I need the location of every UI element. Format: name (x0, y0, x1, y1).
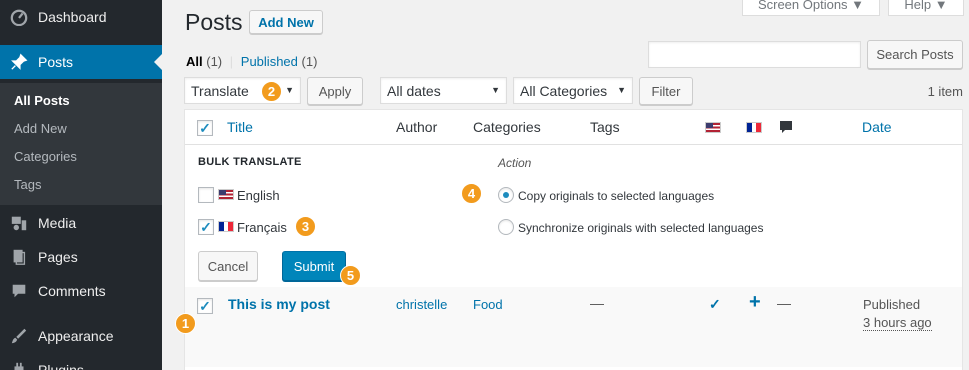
english-checkbox[interactable] (198, 187, 214, 203)
english-label: English (237, 188, 280, 203)
search-posts-button[interactable]: Search Posts (867, 40, 963, 69)
screen-options-tab[interactable]: Screen Options ▼ (742, 0, 880, 16)
column-title[interactable]: Title (227, 119, 253, 135)
french-flag-icon (746, 122, 762, 133)
submenu-add-new[interactable]: Add New (14, 121, 67, 136)
menu-plugins[interactable]: Plugins (0, 353, 162, 370)
chevron-down-icon: ▼ (285, 85, 294, 95)
table-header: ✓ Title Author Categories Tags Date (185, 110, 962, 145)
comment-bubble-icon (779, 120, 793, 137)
bulk-action-select[interactable]: Translate ▼ (184, 77, 301, 104)
apply-button[interactable]: Apply (307, 77, 363, 105)
pages-icon (0, 248, 38, 266)
plugin-icon (0, 361, 38, 370)
english-translation-check-icon[interactable]: ✓ (709, 296, 721, 313)
menu-appearance[interactable]: Appearance (0, 319, 162, 353)
submenu-all-posts[interactable]: All Posts (14, 93, 70, 108)
synchronize-originals-radio[interactable] (498, 219, 514, 235)
media-icon (0, 214, 38, 232)
step-badge-2: 2 (261, 81, 282, 102)
post-category-link[interactable]: Food (473, 297, 503, 312)
table-row: ✓ This is my post christelle Food — ✓ + … (185, 287, 962, 367)
help-tab[interactable]: Help ▼ (888, 0, 964, 16)
french-checkbox[interactable]: ✓ (198, 219, 214, 235)
cancel-button[interactable]: Cancel (198, 251, 258, 281)
admin-sidebar: Dashboard Posts All Posts Add New Catego… (0, 0, 162, 370)
column-tags: Tags (590, 119, 620, 135)
column-categories: Categories (473, 119, 541, 135)
synchronize-originals-label: Synchronize originals with selected lang… (518, 221, 764, 235)
submenu-categories[interactable]: Categories (14, 149, 77, 164)
dashboard-icon (0, 8, 38, 26)
categories-value: All Categories (520, 82, 608, 99)
add-french-translation-icon[interactable]: + (749, 291, 761, 314)
row-checkbox[interactable]: ✓ (197, 298, 213, 314)
menu-posts[interactable]: Posts (0, 45, 162, 79)
submenu-tags[interactable]: Tags (14, 177, 41, 192)
menu-comments-label: Comments (38, 283, 106, 299)
add-new-button[interactable]: Add New (249, 10, 323, 34)
comments-icon (0, 282, 38, 300)
view-separator: | (229, 54, 234, 69)
chevron-down-icon: ▼ (491, 85, 500, 95)
menu-media-label: Media (38, 215, 77, 231)
post-author-link[interactable]: christelle (396, 297, 447, 312)
submit-button[interactable]: Submit (282, 251, 346, 281)
items-count: 1 item (927, 84, 963, 99)
step-badge-3: 3 (295, 216, 316, 237)
step-badge-1: 1 (175, 313, 196, 334)
categories-select[interactable]: All Categories ▼ (513, 77, 633, 104)
brush-icon (0, 327, 38, 345)
menu-dashboard[interactable]: Dashboard (0, 0, 162, 34)
menu-dashboard-label: Dashboard (38, 9, 107, 25)
copy-originals-label: Copy originals to selected languages (518, 189, 715, 203)
english-flag-icon (218, 189, 234, 200)
french-flag-icon (218, 221, 234, 232)
menu-appearance-label: Appearance (38, 328, 114, 344)
post-date: 3 hours ago (863, 315, 932, 331)
column-author: Author (396, 119, 438, 135)
post-tags: — (590, 295, 604, 311)
posts-table: ✓ Title Author Categories Tags Date BULK… (184, 109, 963, 370)
dates-value: All dates (387, 82, 441, 99)
step-badge-5: 5 (340, 265, 361, 286)
view-published-link[interactable]: Published (1) (241, 54, 318, 69)
search-input[interactable] (648, 41, 861, 68)
posts-submenu: All Posts Add New Categories Tags (0, 83, 162, 205)
post-status: Published (863, 297, 921, 312)
chevron-down-icon: ▼ (617, 85, 626, 95)
view-filters: All (1) | Published (1) (186, 54, 317, 69)
menu-posts-label: Posts (38, 54, 74, 70)
bulk-translate-title: BULK TRANSLATE (198, 156, 302, 168)
menu-pages[interactable]: Pages (0, 240, 162, 274)
select-all-checkbox[interactable]: ✓ (197, 120, 213, 136)
filter-button[interactable]: Filter (639, 77, 693, 105)
french-label: Français (237, 220, 287, 235)
column-date[interactable]: Date (862, 119, 892, 135)
main-content: Screen Options ▼ Help ▼ Posts Add New Al… (162, 0, 969, 370)
copy-originals-radio[interactable] (498, 187, 514, 203)
english-flag-icon (705, 122, 721, 133)
page-title: Posts (185, 9, 243, 35)
post-title-link[interactable]: This is my post (228, 296, 330, 312)
menu-comments[interactable]: Comments (0, 274, 162, 308)
menu-plugins-label: Plugins (38, 362, 84, 370)
menu-pages-label: Pages (38, 249, 78, 265)
menu-media[interactable]: Media (0, 206, 162, 240)
post-comments: — (777, 295, 791, 311)
bulk-action-value: Translate (191, 82, 249, 99)
step-badge-4: 4 (461, 183, 482, 204)
action-label: Action (498, 156, 532, 170)
view-all-link[interactable]: All (1) (186, 54, 222, 69)
pin-icon (0, 53, 38, 71)
dates-select[interactable]: All dates ▼ (380, 77, 507, 104)
